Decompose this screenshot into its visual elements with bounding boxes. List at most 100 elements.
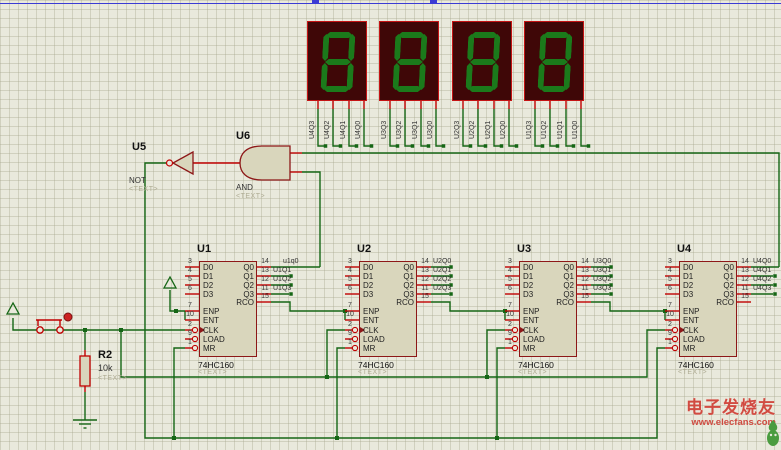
pin-name: ENT [523, 315, 539, 325]
pin-number: 4 [508, 266, 512, 274]
pin-name: Q0 [563, 262, 574, 272]
pin-name: Q1 [563, 271, 574, 281]
pin-number: 7 [508, 301, 512, 309]
wire-label: U3Q1 [593, 267, 612, 274]
segment-e [392, 63, 399, 90]
pin-number: 5 [508, 275, 512, 283]
pin-number: 14 [261, 257, 269, 265]
segment-d [468, 86, 494, 92]
pin-name: Q2 [243, 280, 254, 290]
push-button-contact[interactable] [56, 326, 64, 334]
ic-placeholder: <TEXT> [358, 369, 388, 376]
pin-number: 2 [348, 320, 352, 328]
display-pin-wire[interactable] [549, 109, 556, 147]
pin-number: 15 [581, 292, 589, 300]
pin-number: 11 [581, 284, 589, 292]
pin-name: LOAD [683, 334, 705, 344]
ic-placeholder: <TEXT> [678, 369, 708, 376]
pin-name: Q0 [403, 262, 414, 272]
wire-label: U4Q0 [753, 258, 772, 265]
display-pin-wire[interactable] [580, 109, 587, 147]
junction-dot [410, 144, 415, 148]
wire[interactable] [271, 301, 345, 312]
seven-segment-display-3[interactable] [452, 21, 512, 101]
junction-dot [773, 292, 777, 296]
watermark-brand-text: 电子发烧友 [686, 398, 776, 417]
wire-label: U2Q2 [433, 276, 452, 283]
wire-label: U1Q3 [273, 285, 292, 292]
display-pin-label: U2Q1 [485, 120, 492, 139]
pin-name: D0 [203, 262, 214, 272]
push-button-actuator[interactable] [63, 312, 73, 322]
segment-b [420, 34, 427, 61]
pin-number: 9 [668, 329, 672, 337]
wire[interactable] [173, 347, 185, 438]
display-pin-label: U3Q0 [427, 120, 434, 139]
segment-e [320, 63, 327, 90]
seven-segment-display-2[interactable] [379, 21, 439, 101]
power-terminal-icon[interactable] [162, 275, 178, 289]
and-gate[interactable] [239, 145, 291, 181]
wire-label: U4Q3 [753, 285, 772, 292]
wire[interactable] [302, 152, 780, 267]
pin-name: RCO [556, 297, 574, 307]
wire[interactable] [336, 347, 345, 438]
junction-dot [338, 144, 343, 148]
ic-ref: U1 [197, 243, 212, 255]
display-pin-label: U4Q3 [309, 120, 316, 139]
display-pin-wire[interactable] [435, 109, 442, 147]
pin-name: ENT [203, 315, 219, 325]
junction-dot [426, 144, 431, 148]
junction-dot [773, 283, 777, 287]
pin-number: 4 [188, 266, 192, 274]
junction-dot [172, 436, 176, 440]
push-button-contact[interactable] [36, 326, 44, 334]
display-pin-wire[interactable] [332, 109, 339, 147]
resistor-body[interactable] [79, 355, 91, 387]
resistor-ref: R2 [98, 349, 113, 361]
display-pin-wire[interactable] [404, 109, 411, 147]
junction-dot [354, 144, 359, 148]
power-terminal-icon[interactable] [5, 301, 21, 315]
pin-number: 1 [348, 338, 352, 346]
junction-dot [555, 144, 560, 148]
pin-number: 5 [188, 275, 192, 283]
pin-name: MR [523, 343, 536, 353]
seven-segment-display-1[interactable] [307, 21, 367, 101]
pin-number: 3 [188, 257, 192, 265]
wire[interactable] [496, 347, 505, 438]
pin-name: CLK [203, 325, 219, 335]
ic-ref: U3 [517, 243, 532, 255]
wire-label: U3Q0 [593, 258, 612, 265]
pin-name: D0 [683, 262, 694, 272]
pin-number: 14 [581, 257, 589, 265]
wire[interactable] [591, 301, 665, 312]
segment-b [348, 34, 355, 61]
wire-label: U4Q1 [753, 267, 772, 274]
pin-number: 6 [188, 284, 192, 292]
display-pin-wire[interactable] [363, 109, 370, 147]
wire[interactable] [302, 171, 321, 267]
seven-segment-display-4[interactable] [524, 21, 584, 101]
pin-number: 2 [188, 320, 192, 328]
not-gate[interactable] [171, 150, 194, 176]
pin-number: 13 [261, 266, 269, 274]
pin-name: ENT [363, 315, 379, 325]
and-gate-ref: U6 [236, 130, 251, 142]
pin-name: D0 [523, 262, 534, 272]
wire[interactable] [431, 301, 505, 312]
pin-name: RCO [716, 297, 734, 307]
segment-a [398, 32, 424, 38]
ic-placeholder: <TEXT> [198, 369, 228, 376]
segment-g [325, 59, 351, 65]
pin-number: 10 [346, 310, 354, 318]
pin-name: D3 [203, 289, 214, 299]
display-pin-wire[interactable] [508, 109, 515, 147]
segment-f [394, 34, 401, 61]
pin-name: LOAD [363, 334, 385, 344]
segment-d [323, 86, 349, 92]
display-pin-wire[interactable] [477, 109, 484, 147]
ic-ref: U2 [357, 243, 372, 255]
pin-name: CLK [523, 325, 539, 335]
pin-name: CLK [683, 325, 699, 335]
